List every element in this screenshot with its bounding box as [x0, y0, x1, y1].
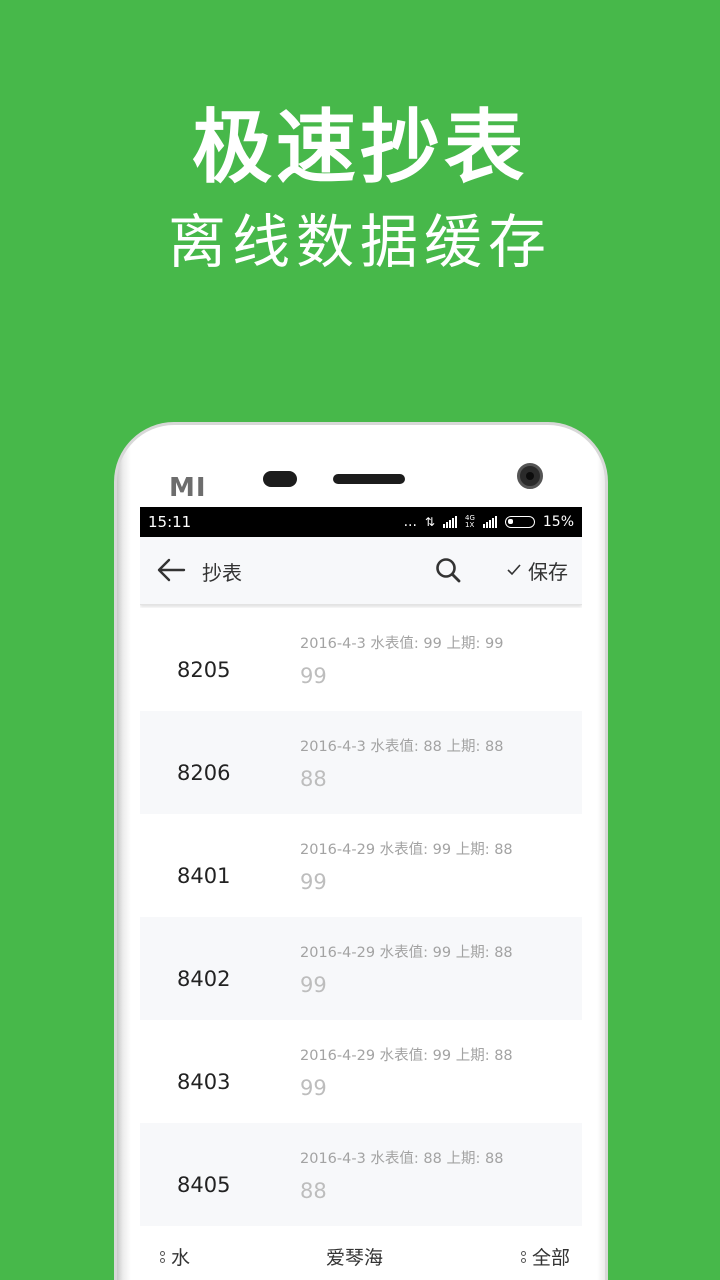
- filter-scope-label: 全部: [531, 1247, 570, 1269]
- room-code: 8405: [177, 1173, 231, 1197]
- reading-meta: 2016-4-29 水表值: 99 上期: 88: [300, 945, 513, 961]
- search-icon[interactable]: [434, 556, 462, 584]
- reading-meta: 2016-4-29 水表值: 99 上期: 88: [300, 842, 513, 858]
- meter-list: 8205 2016-4-3 水表值: 99 上期: 99 99 8206 201…: [140, 608, 582, 1226]
- bottom-bar: 水表值: 88 上期: 88 水 爱琴海 全部: [140, 1233, 582, 1280]
- save-label: 保存: [528, 559, 568, 584]
- reading-meta: 2016-4-3 水表值: 88 上期: 88: [300, 739, 504, 755]
- battery-icon: [504, 516, 535, 528]
- signal-4g-icon: [442, 516, 457, 528]
- reading-meta: 2016-4-3 水表值: 88 上期: 88: [300, 1151, 504, 1167]
- network-type-label: 4G 1X: [464, 514, 475, 529]
- room-code: 8401: [177, 864, 231, 888]
- list-item[interactable]: 8205 2016-4-3 水表值: 99 上期: 99 99: [140, 608, 582, 711]
- status-icons: ... ⇅ 4G 1X 15%: [404, 511, 574, 533]
- reading-input[interactable]: 99: [300, 870, 327, 894]
- battery-percent: 15%: [542, 514, 574, 530]
- filter-scope-button[interactable]: 全部: [520, 1243, 570, 1270]
- signal-bars-icon: [482, 516, 497, 528]
- filter-type-button[interactable]: 水: [160, 1243, 190, 1270]
- page-title: 抄表: [202, 561, 242, 585]
- list-item[interactable]: 8403 2016-4-29 水表值: 99 上期: 88 99: [140, 1020, 582, 1123]
- data-transfer-icon: ⇅: [424, 515, 435, 529]
- community-name[interactable]: 爱琴海: [326, 1243, 383, 1270]
- reading-input[interactable]: 88: [300, 1179, 327, 1203]
- front-sensor: [263, 471, 297, 487]
- reading-meta: 2016-4-3 水表值: 99 上期: 99: [300, 636, 504, 652]
- room-code: 8403: [177, 1070, 231, 1094]
- phone-screen: 15:11 ... ⇅ 4G 1X 15% 抄表 保存 8205 2016-4-…: [140, 507, 582, 1280]
- list-item[interactable]: 8402 2016-4-29 水表值: 99 上期: 88 99: [140, 917, 582, 1020]
- reading-input[interactable]: 99: [300, 664, 327, 688]
- check-icon: [507, 564, 521, 576]
- brand-logo: MI: [169, 473, 207, 503]
- room-code: 8205: [177, 658, 231, 682]
- list-item[interactable]: 8405 2016-4-3 水表值: 88 上期: 88 88: [140, 1123, 582, 1226]
- dropdown-dots-icon: [520, 1250, 526, 1263]
- room-code: 8402: [177, 967, 231, 991]
- earpiece-speaker: [333, 474, 405, 484]
- filter-type-label: 水: [171, 1247, 191, 1269]
- status-time: 15:11: [148, 513, 192, 531]
- reading-meta: 2016-4-29 水表值: 99 上期: 88: [300, 1048, 513, 1064]
- status-bar: 15:11 ... ⇅ 4G 1X 15%: [140, 507, 582, 537]
- list-item[interactable]: 8206 2016-4-3 水表值: 88 上期: 88 88: [140, 711, 582, 814]
- arrow-left-icon[interactable]: [156, 557, 186, 583]
- front-camera: [517, 463, 543, 489]
- promo-headline: 极速抄表: [192, 101, 528, 194]
- more-dots-icon: ...: [403, 514, 417, 530]
- promo-subline: 离线数据缓存: [167, 208, 552, 276]
- reading-input[interactable]: 88: [300, 767, 327, 791]
- dropdown-dots-icon: [160, 1250, 165, 1263]
- list-item[interactable]: 8401 2016-4-29 水表值: 99 上期: 88 99: [140, 814, 582, 917]
- reading-input[interactable]: 99: [300, 1076, 327, 1100]
- room-code: 8206: [177, 761, 231, 785]
- reading-input[interactable]: 99: [300, 973, 327, 997]
- app-bar: 抄表 保存: [140, 537, 582, 605]
- save-button[interactable]: 保存: [506, 556, 568, 584]
